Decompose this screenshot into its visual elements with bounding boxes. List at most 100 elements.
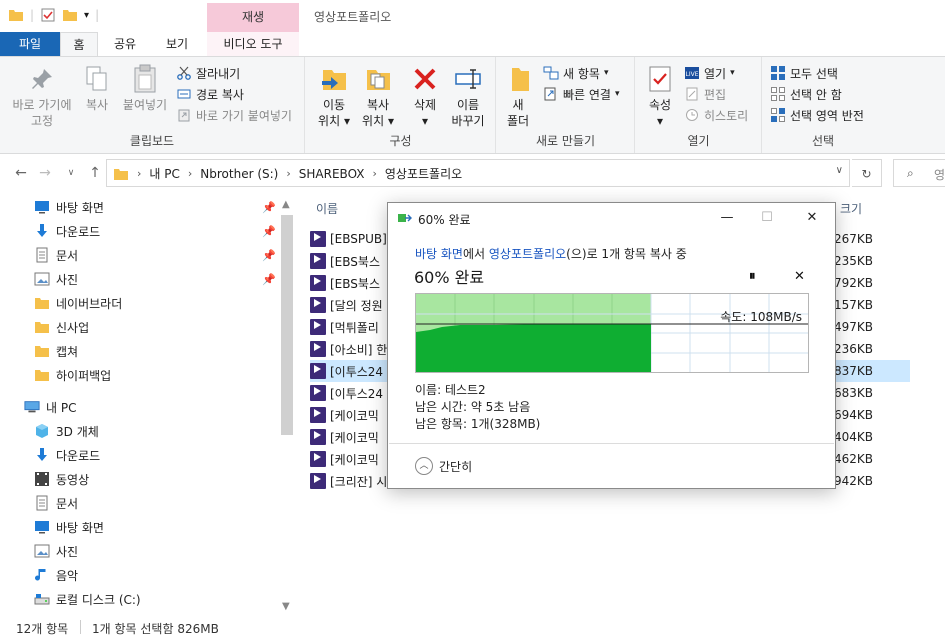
pin-icon[interactable]: 📌 — [262, 249, 276, 262]
select-none-button[interactable]: 선택 안 함 — [770, 84, 842, 104]
breadcrumb-drive[interactable]: Nbrother (S:) — [200, 167, 278, 181]
nav-item-music[interactable]: 음악 — [34, 563, 78, 587]
nav-item-desktop[interactable]: 바탕 화면 — [34, 195, 104, 219]
properties-button[interactable]: 속성 ▾ — [642, 63, 678, 129]
nav-item-documents[interactable]: 문서 — [34, 243, 78, 267]
up-arrow-icon[interactable]: ↑ — [86, 164, 104, 182]
address-bar[interactable]: › 내 PC › Nbrother (S:) › SHAREBOX › 영상포트… — [106, 159, 850, 187]
speed-area — [416, 324, 651, 372]
breadcrumb-separator[interactable]: › — [286, 167, 290, 180]
breadcrumb-this-pc[interactable]: 내 PC — [149, 165, 179, 182]
move-to-button[interactable]: 이동 위치 ▾ — [312, 63, 356, 129]
close-button[interactable]: ✕ — [797, 208, 827, 228]
easy-access-button[interactable]: 빠른 연결 ▾ — [543, 84, 620, 104]
dialog-title-bar: 60% 완료 — ☐ ✕ — [388, 203, 835, 233]
rename-button[interactable]: 이름 바꾸기 — [446, 63, 490, 129]
nav-item-videos[interactable]: 동영상 — [34, 467, 89, 491]
cut-button[interactable]: 잘라내기 — [176, 63, 240, 83]
nav-item-folder[interactable]: 네이버브라더 — [34, 291, 122, 315]
select-all-button[interactable]: 모두 선택 — [770, 63, 838, 83]
move-to-icon — [317, 63, 351, 95]
customize-qat-icon[interactable]: ▾ — [84, 10, 89, 21]
desktop-icon — [34, 199, 50, 215]
nav-item-folder[interactable]: 캡쳐 — [34, 339, 78, 363]
delete-button[interactable]: 삭제 ▾ — [404, 63, 446, 129]
scroll-up-arrow-icon[interactable]: ▲ — [282, 199, 290, 210]
nav-item-label: 신사업 — [56, 320, 90, 335]
column-header-name[interactable]: 이름 — [316, 200, 338, 217]
delete-dropdown-icon[interactable]: ▾ — [404, 113, 446, 129]
description-tail: (으)로 1개 항목 복사 중 — [566, 247, 687, 261]
tab-video-tools[interactable]: 비디오 도구 — [207, 32, 299, 56]
refresh-button[interactable]: ↻ — [852, 159, 882, 187]
nav-item-desktop[interactable]: 바탕 화면 — [34, 515, 104, 539]
group-new: 새 폴더 새 항목 ▾ 빠른 연결 ▾ 새로 만들기 — [497, 57, 635, 153]
pin-icon[interactable]: 📌 — [262, 201, 276, 214]
fewer-details-button[interactable]: ︿ 간단히 — [415, 457, 472, 475]
paste-button[interactable]: 붙여넣기 — [118, 63, 172, 113]
recent-locations-chevron-icon[interactable]: ∨ — [62, 164, 80, 182]
forward-arrow-icon[interactable]: → — [36, 164, 54, 182]
nav-item-documents[interactable]: 문서 — [34, 491, 78, 515]
nav-item-local-disk[interactable]: 로컬 디스크 (C:) — [34, 587, 141, 611]
new-folder-button[interactable]: 새 폴더 — [503, 63, 533, 129]
nav-pane-scrollbar[interactable]: ▲ ▼ — [279, 193, 295, 617]
copy-label: 복사 — [85, 98, 109, 112]
scroll-down-arrow-icon[interactable]: ▼ — [282, 601, 290, 612]
nav-item-folder[interactable]: 신사업 — [34, 315, 89, 339]
group-organize: 이동 위치 ▾ 복사 위치 ▾ 삭제 ▾ 이름 바꾸기 구성 — [306, 57, 496, 153]
maximize-button[interactable]: ☐ — [752, 208, 782, 228]
nav-item-downloads[interactable]: 다운로드 — [34, 443, 100, 467]
copy-to-button[interactable]: 복사 위치 ▾ — [356, 63, 400, 129]
file-name: [이투스24 — [330, 386, 384, 401]
nav-item-this-pc[interactable]: 내 PC — [24, 395, 76, 419]
back-arrow-icon[interactable]: ← — [12, 164, 30, 182]
pin-icon[interactable]: 📌 — [262, 225, 276, 238]
cancel-button[interactable]: ✕ — [794, 269, 805, 284]
pin-icon[interactable]: 📌 — [262, 273, 276, 286]
nav-item-downloads[interactable]: 다운로드 — [34, 219, 100, 243]
new-folder-icon[interactable] — [62, 7, 78, 23]
copy-to-label-2: 위치 ▾ — [362, 114, 394, 128]
open-dropdown-icon: ▾ — [730, 68, 735, 78]
mp4-file-icon — [310, 319, 326, 335]
pause-button[interactable]: ⏸ — [749, 269, 756, 284]
nav-item-pictures[interactable]: 사진 — [34, 267, 78, 291]
properties-dropdown-icon[interactable]: ▾ — [642, 113, 678, 129]
nav-item-3d-objects[interactable]: 3D 개체 — [34, 419, 99, 443]
transfer-speed-graph: 속도: 108MB/s — [415, 293, 809, 373]
tab-share[interactable]: 공유 — [104, 32, 146, 56]
paste-shortcut-button[interactable]: 바로 가기 붙여넣기 — [176, 105, 292, 125]
column-header-size[interactable]: 크기 — [840, 200, 862, 217]
source-link[interactable]: 바탕 화면 — [415, 247, 463, 261]
breadcrumb-current-folder[interactable]: 영상포트폴리오 — [385, 165, 462, 182]
nav-item-label: 다운로드 — [56, 448, 101, 463]
minimize-button[interactable]: — — [712, 208, 742, 228]
address-dropdown-icon[interactable]: ∨ — [836, 165, 843, 176]
breadcrumb-separator[interactable]: › — [188, 167, 192, 180]
select-none-icon — [770, 86, 786, 102]
tab-file[interactable]: 파일 — [0, 32, 60, 56]
new-item-button[interactable]: 새 항목 ▾ — [543, 63, 608, 83]
scrollbar-thumb[interactable] — [281, 215, 293, 435]
nav-item-folder[interactable]: 하이퍼백업 — [34, 363, 111, 387]
breadcrumb-separator[interactable]: › — [137, 167, 141, 180]
pin-quick-access-button[interactable]: 바로 가기에 고정 — [6, 63, 78, 129]
breadcrumb-sharebox[interactable]: SHAREBOX — [299, 167, 365, 181]
breadcrumb-separator[interactable]: › — [372, 167, 376, 180]
tab-view[interactable]: 보기 — [154, 32, 200, 56]
edit-button[interactable]: 편집 — [684, 84, 726, 104]
properties-icon[interactable] — [40, 7, 56, 23]
paste-label: 붙여넣기 — [122, 98, 168, 112]
new-item-dropdown-icon: ▾ — [603, 68, 609, 78]
open-button[interactable]: LIVE 열기 ▾ — [684, 63, 735, 83]
destination-link[interactable]: 영상포트폴리오 — [489, 247, 566, 261]
copy-button[interactable]: 복사 — [78, 63, 116, 113]
nav-item-pictures[interactable]: 사진 — [34, 539, 78, 563]
breadcrumb: › 내 PC › Nbrother (S:) › SHAREBOX › 영상포트… — [113, 165, 462, 182]
search-box[interactable]: ⌕ 영 — [893, 159, 945, 187]
copy-path-button[interactable]: 경로 복사 — [176, 84, 244, 104]
tab-home[interactable]: 홈 — [60, 32, 98, 56]
invert-selection-button[interactable]: 선택 영역 반전 — [770, 105, 864, 125]
history-button[interactable]: 히스토리 — [684, 105, 748, 125]
